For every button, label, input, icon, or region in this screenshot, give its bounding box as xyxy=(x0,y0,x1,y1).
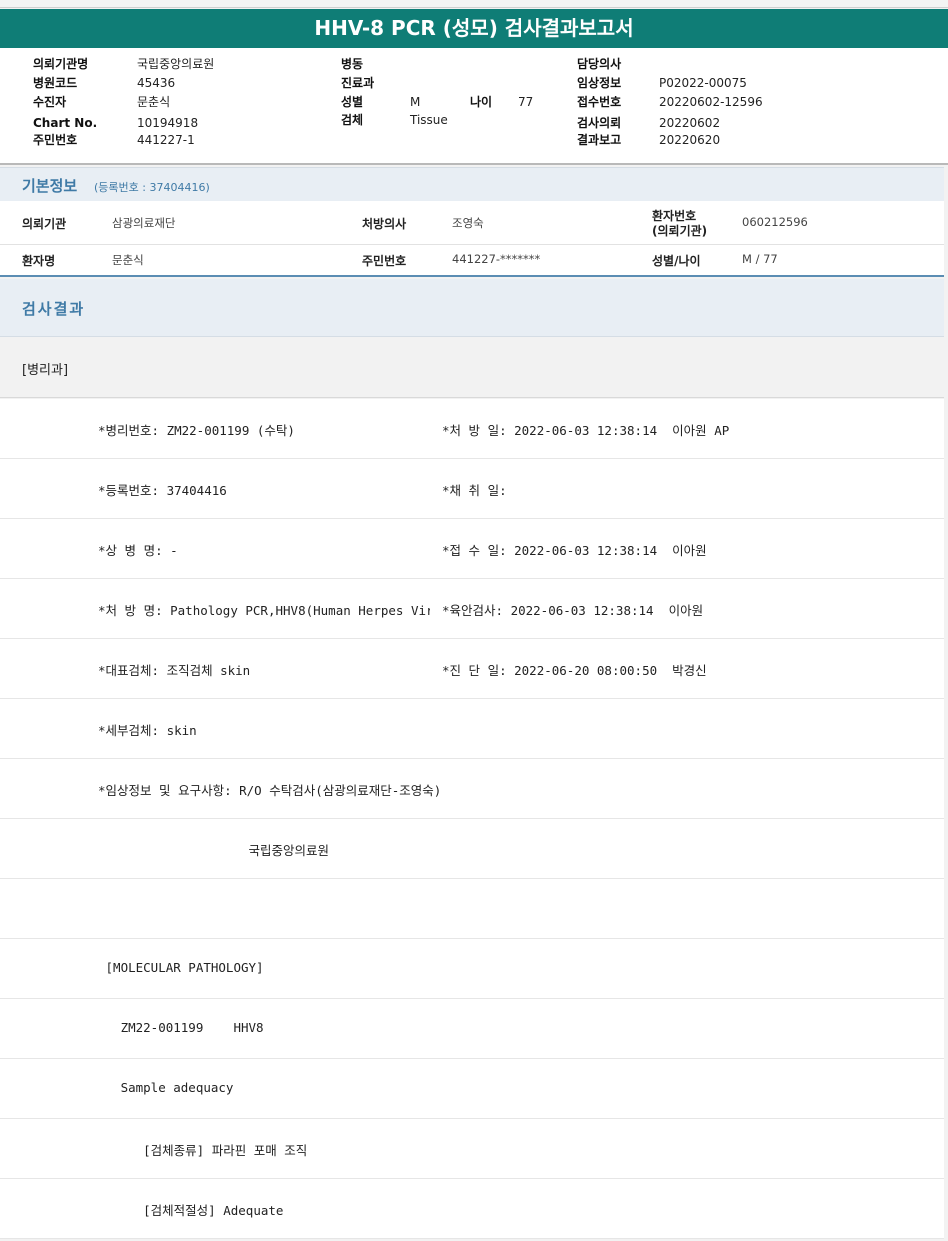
header-label: 검체 xyxy=(341,113,364,127)
header-label: 담당의사 xyxy=(577,57,622,71)
result-row: *등록번호: 37404416 *채 취 일: xyxy=(0,459,944,519)
info-label: 주민번호 xyxy=(362,254,407,268)
department-row: [병리과] xyxy=(0,338,944,398)
result-row: [검체적절성] Adequate xyxy=(0,1179,944,1239)
basic-info-table: 의뢰기관 삼광의료재단 처방의사 조영숙 환자번호 (의뢰기관) 0602125… xyxy=(0,201,944,277)
info-label: 의뢰기관 xyxy=(22,217,67,231)
result-row: *처 방 명: Pathology PCR,HHV8(Human Herpes … xyxy=(0,579,944,639)
result-field: *등록번호: 37404416 xyxy=(98,483,227,498)
result-row: *임상정보 및 요구사항: R/O 수탁검사(삼광의료재단-조영숙) xyxy=(0,759,944,819)
result-row: *세부검체: skin xyxy=(0,699,944,759)
header-value: 20220620 xyxy=(659,133,721,147)
header-value: 441227-1 xyxy=(137,133,195,147)
result-row: *병리번호: ZM22-001199 (수탁) *처 방 일: 2022-06-… xyxy=(0,399,944,459)
header-value: 국립중앙의료원 xyxy=(137,57,215,71)
result-line: [검체종류] 파라핀 포매 조직 xyxy=(98,1143,308,1158)
header-label: 성별 xyxy=(341,95,364,109)
header-label: Chart No. xyxy=(33,116,98,130)
result-row: *상 병 명: - *접 수 일: 2022-06-03 12:38:14 이아… xyxy=(0,519,944,579)
result-line: ZM22-001199 HHV8 xyxy=(98,1020,264,1035)
report-title: HHV-8 PCR (성모) 검사결과보고서 xyxy=(0,9,948,48)
top-border xyxy=(0,0,948,8)
header-value: 77 xyxy=(518,95,534,109)
result-row xyxy=(0,879,944,939)
info-value: 문춘식 xyxy=(112,253,144,267)
result-line: Sample adequacy xyxy=(98,1080,234,1095)
result-line: *임상정보 및 요구사항: R/O 수탁검사(삼광의료재단-조영숙) xyxy=(98,783,442,798)
header-value: 20220602-12596 xyxy=(659,95,763,109)
result-field: *상 병 명: - xyxy=(98,543,178,558)
result-field: *채 취 일: xyxy=(442,483,507,498)
result-line: [MOLECULAR PATHOLOGY] xyxy=(98,960,264,975)
result-row: [검체종류] 파라핀 포매 조직 xyxy=(0,1119,944,1179)
section-title: 기본정보 xyxy=(22,177,78,195)
info-value: 조영숙 xyxy=(452,216,484,230)
header-value: P02022-00075 xyxy=(659,76,747,90)
result-line: 국립중앙의료원 xyxy=(98,843,330,858)
department-label: [병리과] xyxy=(22,363,69,378)
header-label: 접수번호 xyxy=(577,95,622,109)
report-header: 의뢰기관명 국립중앙의료원 병원코드 45436 수진자 문춘식 Chart N… xyxy=(0,48,948,165)
result-field: *육안검사: 2022-06-03 12:38:14 이아원 xyxy=(442,603,704,618)
info-value: 060212596 xyxy=(742,215,808,229)
header-label: 수진자 xyxy=(33,95,67,109)
header-label: 결과보고 xyxy=(577,133,622,147)
result-section-header: 검사결과 xyxy=(0,279,944,337)
header-label: 임상정보 xyxy=(577,76,622,90)
header-label: 검사의뢰 xyxy=(577,116,622,130)
info-label: 성별/나이 xyxy=(652,254,701,268)
result-row: 국립중앙의료원 xyxy=(0,819,944,879)
header-label: 병원코드 xyxy=(33,76,78,90)
result-field: *병리번호: ZM22-001199 (수탁) xyxy=(98,423,295,438)
header-label: 나이 xyxy=(470,95,493,109)
result-row: *대표검체: 조직검체 skin *진 단 일: 2022-06-20 08:0… xyxy=(0,639,944,699)
info-value: 441227-******* xyxy=(452,252,541,266)
basic-info-section-header: 기본정보 (등록번호 : 37404416) xyxy=(0,167,944,201)
header-value: 10194918 xyxy=(137,116,199,130)
header-value: M xyxy=(410,95,421,109)
section-title: 검사결과 xyxy=(22,300,86,318)
header-label: 주민번호 xyxy=(33,133,78,147)
result-field: *처 방 일: 2022-06-03 12:38:14 이아원 AP xyxy=(442,423,730,438)
header-value: Tissue xyxy=(410,113,448,127)
info-value: M / 77 xyxy=(742,252,778,266)
header-value: 20220602 xyxy=(659,116,721,130)
header-label: 병동 xyxy=(341,57,364,71)
header-value: 문춘식 xyxy=(137,95,171,109)
result-row: Sample adequacy xyxy=(0,1059,944,1119)
info-label: 처방의사 xyxy=(362,217,407,231)
header-label: 진료과 xyxy=(341,76,375,90)
result-field: *처 방 명: Pathology PCR,HHV8(Human Herpes … xyxy=(98,603,430,618)
result-line: *세부검체: skin xyxy=(98,723,197,738)
result-field: *진 단 일: 2022-06-20 08:00:50 박경신 xyxy=(442,663,707,678)
header-value: 45436 xyxy=(137,76,176,90)
result-lines: *병리번호: ZM22-001199 (수탁) *처 방 일: 2022-06-… xyxy=(0,399,944,1239)
result-field: *접 수 일: 2022-06-03 12:38:14 이아원 xyxy=(442,543,707,558)
header-label: 의뢰기관명 xyxy=(33,57,89,71)
info-label: (의뢰기관) xyxy=(652,224,708,238)
result-line: [검체적절성] Adequate xyxy=(98,1203,284,1218)
info-value: 삼광의료재단 xyxy=(112,216,176,230)
result-row: ZM22-001199 HHV8 xyxy=(0,999,944,1059)
result-field: *대표검체: 조직검체 skin xyxy=(98,663,251,678)
info-label: 환자명 xyxy=(22,254,56,268)
registration-number: (등록번호 : 37404416) xyxy=(94,181,210,194)
result-row: [MOLECULAR PATHOLOGY] xyxy=(0,939,944,999)
